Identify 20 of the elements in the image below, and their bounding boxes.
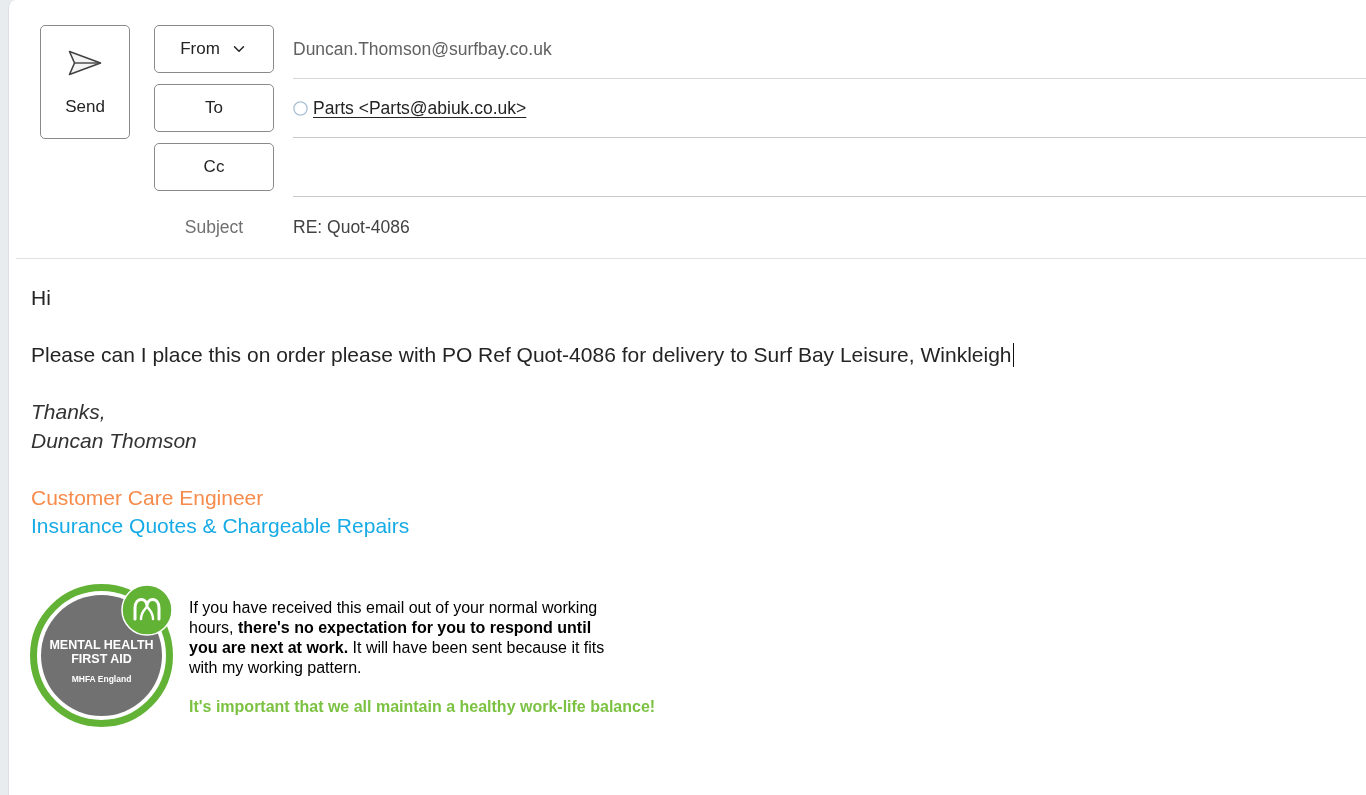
message-text: Please can I place this on order please with PO Ref Quot-4086 for delivery to Surf Bay Leisure, Winkleigh (31, 342, 1014, 369)
status-ring-icon (293, 100, 308, 116)
closing-line: Duncan Thomson (31, 427, 197, 454)
subject-input-field[interactable]: RE: Quot-4086 (293, 216, 410, 238)
greeting-text: Hi (31, 285, 51, 311)
job-title: Customer Care Engineer (31, 484, 264, 511)
closing-line: Thanks, (31, 399, 106, 425)
send-button[interactable]: Send (40, 25, 130, 139)
from-button[interactable]: From (154, 25, 274, 73)
send-icon (68, 50, 102, 76)
badge-subtitle: MHFA England (71, 674, 132, 684)
badge-title: MENTAL HEALTH FIRST AID (48, 638, 155, 666)
to-button[interactable]: To (154, 84, 274, 132)
notice-text: If you have received this email out of your normal working hours, there's no expectation for you to respond until you are next at work. It will have been sent because it fits with my working pattern. (189, 597, 606, 678)
subject-label: Subject (184, 216, 244, 238)
recipient-link[interactable]: Parts <Parts@abiuk.co.uk> (313, 97, 527, 119)
cc-button[interactable]: Cc (154, 143, 274, 191)
sender-address: Duncan.Thomson@surfbay.co.uk (293, 38, 552, 60)
tagline-text: It's important that we all maintain a healthy work-life balance! (189, 696, 656, 717)
department-text: Insurance Quotes & Chargeable Repairs (31, 513, 410, 539)
